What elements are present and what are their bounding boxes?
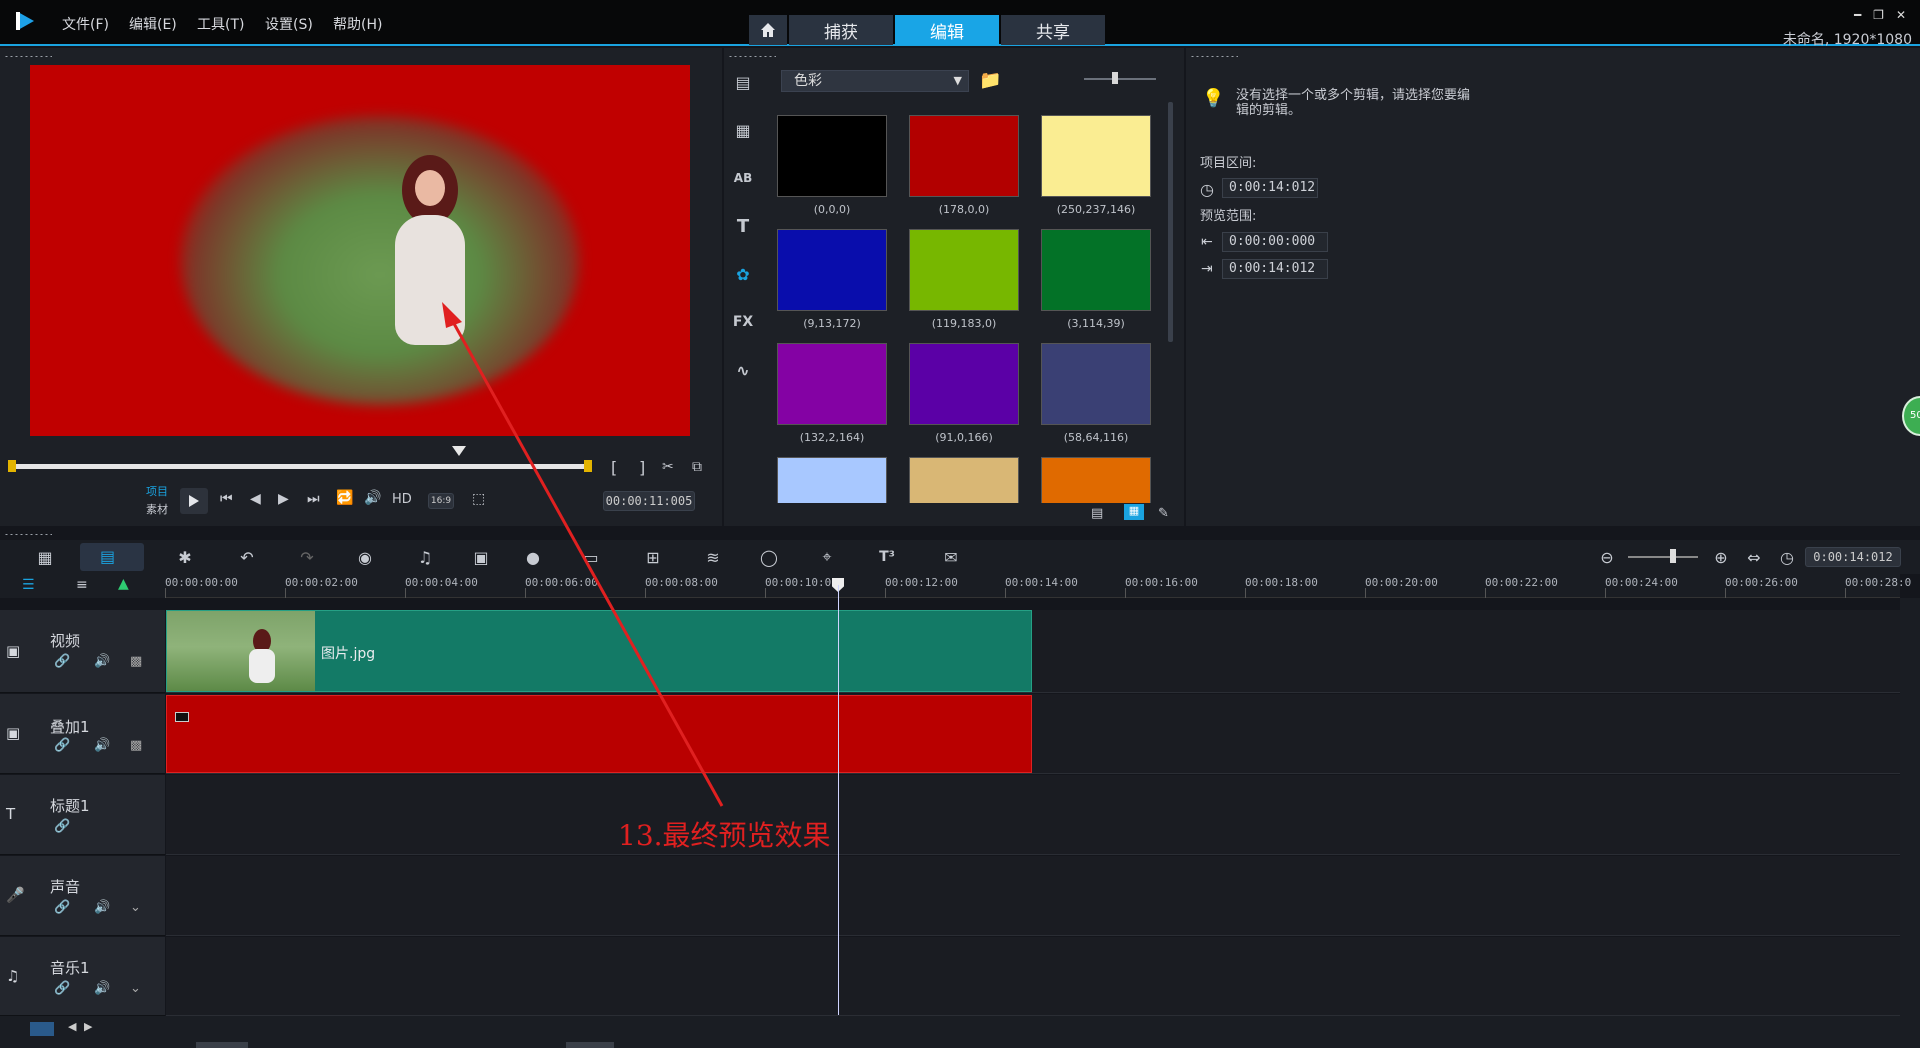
scroll-right-icon[interactable]: ▶: [84, 1020, 92, 1033]
annotation-label: 13.最终预览效果: [618, 819, 831, 852]
scroll-left-icon[interactable]: ◀: [68, 1020, 76, 1033]
timeline-footer: ◀ ▶: [0, 1016, 1920, 1048]
horizontal-scrollbar-thumb[interactable]: [566, 1042, 614, 1048]
horizontal-scrollbar-thumb[interactable]: [196, 1042, 248, 1048]
footer-toggle-icon[interactable]: [30, 1022, 54, 1036]
annotation-arrow: [442, 302, 724, 807]
